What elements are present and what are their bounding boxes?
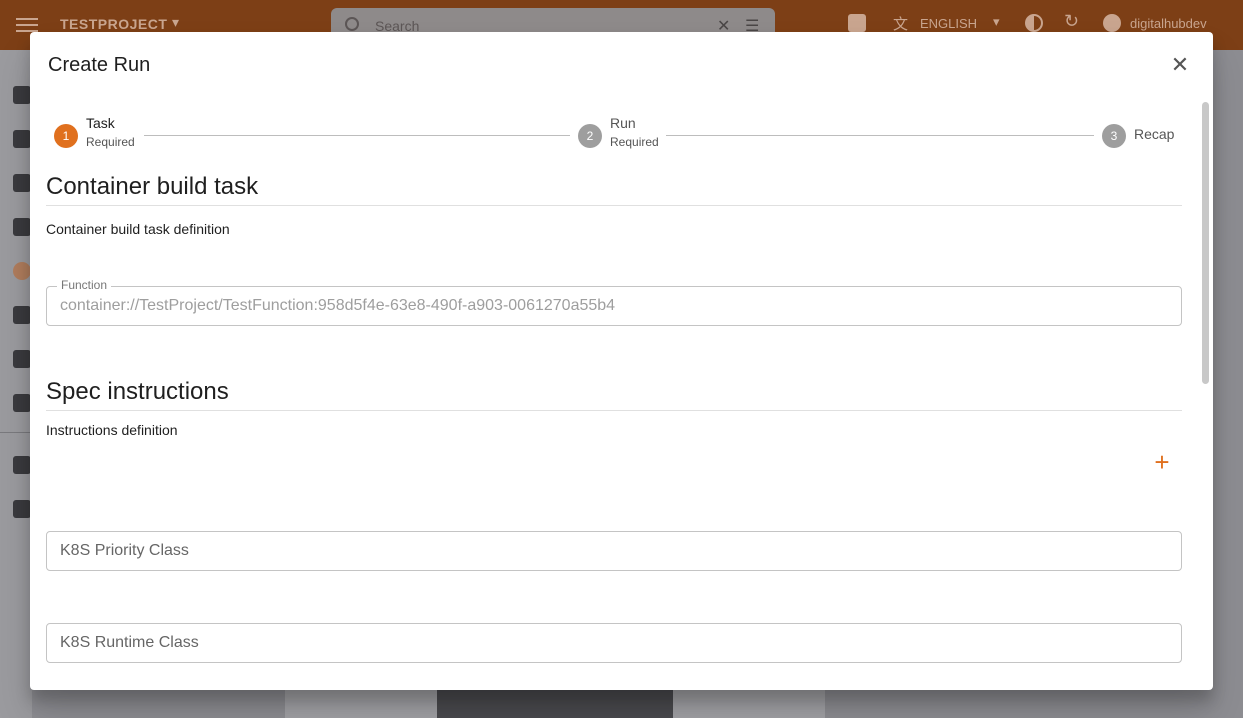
dialog-title: Create Run <box>48 54 151 76</box>
workflow-icon[interactable] <box>13 306 31 324</box>
runner-icon[interactable] <box>13 350 31 368</box>
help-icon[interactable] <box>848 14 866 32</box>
create-run-dialog: Create Run ✕ 1 Task Required 2 Run Requi… <box>30 32 1213 690</box>
section-description: Container build task definition <box>46 221 230 237</box>
refresh-icon[interactable]: ↻ <box>1064 11 1079 32</box>
sidebar <box>0 50 32 718</box>
runtime-class-input[interactable] <box>47 624 1181 662</box>
step-label: Run <box>610 115 636 131</box>
section-title-spec: Spec instructions <box>46 378 229 405</box>
user-name[interactable]: digitalhubdev <box>1130 16 1207 31</box>
step-sublabel: Required <box>610 135 659 149</box>
folder-icon[interactable] <box>13 500 31 518</box>
step-sublabel: Required <box>86 135 135 149</box>
background-shape <box>437 690 673 718</box>
section-divider <box>46 205 1182 206</box>
runtime-class-field[interactable] <box>46 623 1182 663</box>
table-icon[interactable] <box>13 174 31 192</box>
run-icon[interactable] <box>13 262 31 280</box>
step-label: Recap <box>1134 126 1175 142</box>
chevron-down-icon[interactable]: ▾ <box>993 14 1000 30</box>
gauge-icon[interactable] <box>13 218 31 236</box>
dashboard-icon[interactable] <box>13 86 31 104</box>
step-number: 3 <box>1102 124 1126 148</box>
theme-icon[interactable] <box>1025 14 1043 32</box>
function-input[interactable] <box>47 287 1181 325</box>
sidebar-divider <box>0 432 32 433</box>
gear-icon[interactable] <box>13 456 31 474</box>
section-title-task: Container build task <box>46 173 259 200</box>
close-icon[interactable]: ✕ <box>1168 54 1192 78</box>
scrollbar[interactable] <box>1200 100 1210 690</box>
priority-class-field[interactable] <box>46 531 1182 571</box>
key-icon[interactable] <box>13 394 31 412</box>
scrollbar-thumb[interactable] <box>1202 102 1209 384</box>
folder-icon[interactable] <box>13 130 31 148</box>
section-divider <box>46 410 1182 411</box>
step-label: Task <box>86 115 115 131</box>
step-number: 2 <box>578 124 602 148</box>
step-connector <box>144 135 570 136</box>
search-icon <box>345 17 359 31</box>
section-description: Instructions definition <box>46 422 178 438</box>
menu-icon[interactable] <box>16 15 38 33</box>
function-field[interactable]: Function <box>46 278 1182 326</box>
step-connector <box>666 135 1094 136</box>
priority-class-input[interactable] <box>47 532 1181 570</box>
language-selector[interactable]: ENGLISH <box>920 16 977 31</box>
chevron-down-icon[interactable]: ▾ <box>172 14 179 31</box>
add-icon[interactable]: + <box>1148 448 1176 476</box>
step-number: 1 <box>54 124 78 148</box>
project-selector[interactable]: TESTPROJECT <box>60 16 167 32</box>
translate-icon: 文 <box>893 16 909 33</box>
user-icon[interactable] <box>1103 14 1121 32</box>
